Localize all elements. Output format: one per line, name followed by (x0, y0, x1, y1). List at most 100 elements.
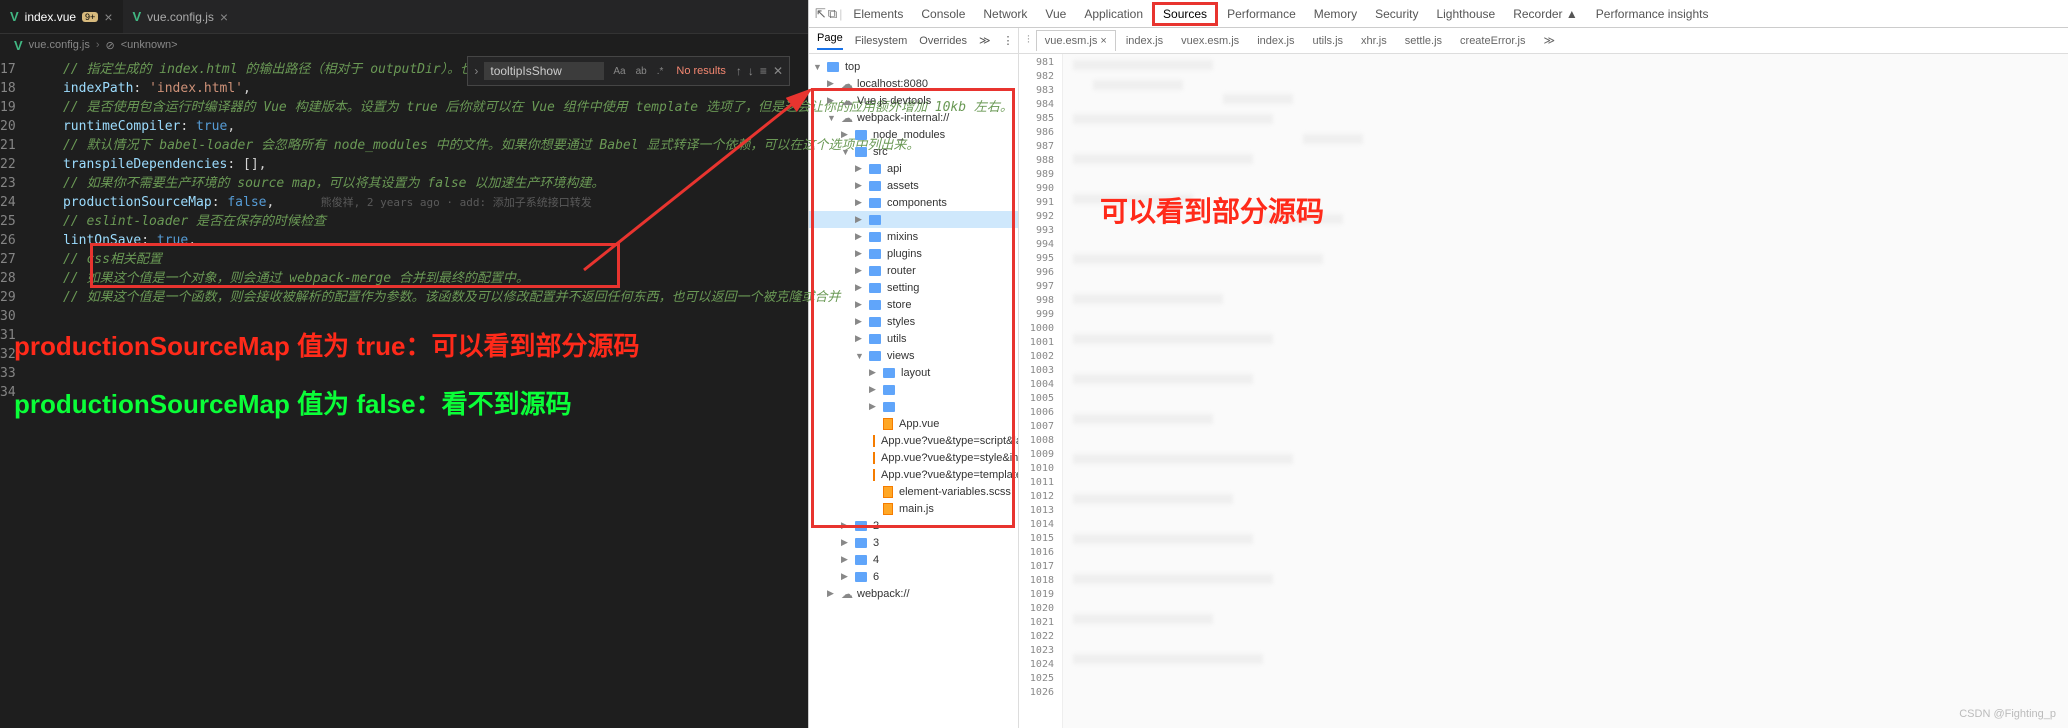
editor-tab[interactable]: Vindex.vue9+× (0, 0, 123, 33)
close-icon[interactable]: × (220, 9, 228, 25)
devtools-tab[interactable]: Memory (1305, 2, 1366, 26)
tree-item[interactable]: ▶styles (809, 313, 1018, 330)
tree-item[interactable]: ▶layout (809, 364, 1018, 381)
devtools-tab[interactable]: Performance insights (1587, 2, 1718, 26)
tree-arrow-icon[interactable]: ▶ (827, 95, 837, 106)
find-option[interactable]: Aa (610, 65, 628, 78)
breadcrumb[interactable]: V vue.config.js › ⊘ <unknown> (0, 34, 808, 56)
tree-item[interactable]: ▶store (809, 296, 1018, 313)
source-file-tab[interactable]: xhr.js (1353, 31, 1395, 51)
tree-arrow-icon[interactable]: ▶ (827, 78, 837, 89)
tree-item[interactable]: ▶4 (809, 551, 1018, 568)
source-file-tab[interactable]: index.js (1118, 31, 1171, 51)
devtools-tab[interactable]: Elements (844, 2, 912, 26)
tree-item[interactable]: ▶ (809, 211, 1018, 228)
tree-item[interactable]: ▶6 (809, 568, 1018, 585)
find-prev-icon[interactable]: ↑ (736, 64, 742, 78)
chevron-right-icon[interactable]: › (474, 64, 478, 78)
tree-arrow-icon[interactable]: ▶ (869, 384, 879, 395)
tree-item[interactable]: ▼src (809, 143, 1018, 160)
tree-item[interactable]: main.js (809, 500, 1018, 517)
source-file-tab[interactable]: createError.js (1452, 31, 1533, 51)
tree-item[interactable]: ▶ (809, 398, 1018, 415)
devtools-tab[interactable]: Performance (1218, 2, 1305, 26)
source-file-tab[interactable]: ≫ (1535, 30, 1563, 51)
tree-arrow-icon[interactable]: ▶ (855, 282, 865, 293)
devtools-tab[interactable]: Lighthouse (1427, 2, 1504, 26)
tree-arrow-icon[interactable]: ▼ (841, 147, 851, 157)
find-option[interactable]: ab (633, 65, 650, 78)
tree-item[interactable]: ▶node_modules (809, 126, 1018, 143)
source-sub-tab[interactable]: Page (817, 32, 843, 50)
tree-arrow-icon[interactable]: ▼ (855, 351, 865, 361)
close-icon[interactable]: × (104, 9, 112, 25)
tree-item[interactable]: ▶utils (809, 330, 1018, 347)
source-file-tab[interactable]: vuex.esm.js (1173, 31, 1247, 51)
tree-item[interactable]: App.vue?vue&type=script&lang=js& (809, 432, 1018, 449)
device-icon[interactable]: ⧉ (828, 6, 837, 22)
find-next-icon[interactable]: ↓ (748, 64, 754, 78)
tree-item[interactable]: ▶ (809, 381, 1018, 398)
code-area[interactable]: 171819202122232425262728293031323334 // … (0, 56, 808, 728)
find-filter-icon[interactable]: ≡ (760, 64, 767, 78)
tree-item[interactable]: ▶plugins (809, 245, 1018, 262)
tree-arrow-icon[interactable]: ▶ (841, 520, 851, 531)
devtools-tab[interactable]: Vue (1036, 2, 1075, 26)
tree-arrow-icon[interactable]: ▶ (869, 367, 879, 378)
tree-arrow-icon[interactable]: ▼ (813, 62, 823, 72)
tree-item[interactable]: App.vue?vue&type=style&index=0& (809, 449, 1018, 466)
tree-arrow-icon[interactable]: ▶ (855, 214, 865, 225)
tree-item[interactable]: ▶☁Vue.js devtools (809, 92, 1018, 109)
devtools-tab[interactable]: Network (974, 2, 1036, 26)
source-file-tab[interactable]: vue.esm.js × (1036, 30, 1116, 51)
devtools-tab[interactable]: Recorder ▲ (1504, 2, 1587, 26)
tree-arrow-icon[interactable]: ▶ (841, 537, 851, 548)
tree-item[interactable]: ▶assets (809, 177, 1018, 194)
source-viewer[interactable]: 9819829839849859869879889899909919929939… (1019, 54, 2068, 728)
find-input[interactable] (484, 62, 604, 80)
inspect-icon[interactable]: ⇱ (815, 6, 826, 22)
tree-item[interactable]: App.vue?vue&type=template&id=7b (809, 466, 1018, 483)
tree-item[interactable]: ▶☁localhost:8080 (809, 75, 1018, 92)
tree-arrow-icon[interactable]: ▶ (855, 265, 865, 276)
tree-arrow-icon[interactable]: ▶ (855, 316, 865, 327)
tree-arrow-icon[interactable]: ▶ (855, 197, 865, 208)
tree-item[interactable]: ▼☁webpack-internal:// (809, 109, 1018, 126)
tree-arrow-icon[interactable]: ▶ (855, 333, 865, 344)
tree-arrow-icon[interactable]: ▼ (827, 113, 837, 123)
tree-arrow-icon[interactable]: ▶ (855, 231, 865, 242)
devtools-tab[interactable]: Console (912, 2, 974, 26)
tree-arrow-icon[interactable]: ▶ (855, 248, 865, 259)
devtools-tab[interactable]: Security (1366, 2, 1427, 26)
tree-arrow-icon[interactable]: ▶ (869, 401, 879, 412)
tree-item[interactable]: ▶☁webpack:// (809, 585, 1018, 602)
tree-arrow-icon[interactable]: ▶ (841, 571, 851, 582)
tree-arrow-icon[interactable]: ▶ (841, 554, 851, 565)
source-sub-tab[interactable]: Filesystem (855, 35, 908, 47)
source-file-tab[interactable]: index.js (1249, 31, 1302, 51)
tree-item[interactable]: ▶3 (809, 534, 1018, 551)
tree-item[interactable]: ▶api (809, 160, 1018, 177)
tree-arrow-icon[interactable]: ▶ (855, 180, 865, 191)
tree-item[interactable]: ▶setting (809, 279, 1018, 296)
tree-item[interactable]: element-variables.scss (809, 483, 1018, 500)
source-tree[interactable]: ▼top▶☁localhost:8080▶☁Vue.js devtools▼☁w… (809, 54, 1019, 728)
source-file-tab[interactable]: utils.js (1304, 31, 1351, 51)
tree-arrow-icon[interactable]: ▶ (841, 129, 851, 140)
tree-item[interactable]: ▶router (809, 262, 1018, 279)
find-option[interactable]: .* (654, 65, 667, 78)
tree-item[interactable]: ▼top (809, 58, 1018, 75)
tree-item[interactable]: ▼views (809, 347, 1018, 364)
devtools-tab[interactable]: Application (1075, 2, 1152, 26)
tree-item[interactable]: ▶2 (809, 517, 1018, 534)
tree-item[interactable]: App.vue (809, 415, 1018, 432)
source-sub-tab[interactable]: ≫ (979, 34, 991, 47)
tree-arrow-icon[interactable]: ▶ (827, 588, 837, 599)
editor-tab[interactable]: Vvue.config.js× (123, 0, 239, 33)
tree-arrow-icon[interactable]: ▶ (855, 163, 865, 174)
file-tab-menu-icon[interactable]: ⫶ (1023, 34, 1034, 47)
source-file-tab[interactable]: settle.js (1397, 31, 1450, 51)
tree-item[interactable]: ▶mixins (809, 228, 1018, 245)
devtools-tab[interactable]: Sources (1152, 2, 1218, 26)
close-icon[interactable]: ✕ (773, 64, 783, 78)
